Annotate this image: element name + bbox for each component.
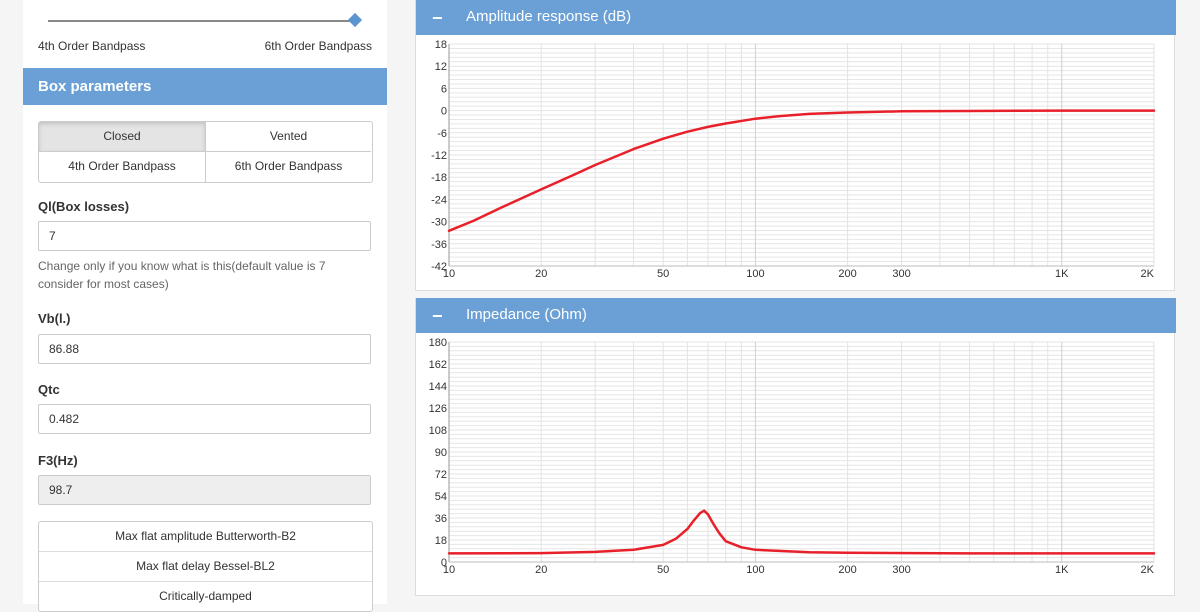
amplitude-y-tick-label: 6 bbox=[441, 83, 447, 95]
amplitude-x-tick-label: 100 bbox=[746, 268, 764, 280]
impedance-y-tick-label: 108 bbox=[429, 425, 447, 437]
order-slider-track[interactable] bbox=[48, 20, 356, 22]
impedance-collapse-icon[interactable]: − bbox=[432, 306, 443, 327]
amplitude-x-tick-label: 200 bbox=[838, 268, 856, 280]
slider-left-label: 4th Order Bandpass bbox=[38, 39, 146, 53]
order-slider-thumb[interactable] bbox=[347, 12, 363, 28]
box-type-selector: Closed Vented 4th Order Bandpass 6th Ord… bbox=[38, 121, 373, 183]
impedance-x-tick-label: 200 bbox=[838, 564, 856, 576]
amplitude-panel-title: Amplitude response (dB) bbox=[466, 8, 632, 25]
amplitude-panel-header[interactable]: − Amplitude response (dB) bbox=[416, 0, 1176, 35]
impedance-x-tick-label: 2K bbox=[1141, 564, 1155, 576]
impedance-y-tick-label: 54 bbox=[435, 491, 447, 503]
impedance-panel-header[interactable]: − Impedance (Ohm) bbox=[416, 298, 1176, 333]
ql-label: Ql(Box losses) bbox=[38, 199, 130, 214]
impedance-x-tick-label: 300 bbox=[892, 564, 910, 576]
f3-label: F3(Hz) bbox=[38, 453, 78, 468]
impedance-y-tick-label: 162 bbox=[429, 359, 447, 371]
amplitude-y-tick-label: 12 bbox=[435, 61, 447, 73]
amplitude-x-tick-label: 300 bbox=[892, 268, 910, 280]
impedance-y-tick-label: 90 bbox=[435, 447, 447, 459]
ql-input[interactable]: 7 bbox=[38, 221, 371, 251]
impedance-x-tick-label: 100 bbox=[746, 564, 764, 576]
impedance-y-tick-label: 18 bbox=[435, 535, 447, 547]
amplitude-y-tick-label: 0 bbox=[441, 106, 447, 118]
box-parameters-header: Box parameters bbox=[23, 68, 387, 105]
amplitude-x-tick-label: 10 bbox=[443, 268, 455, 280]
amplitude-chart: 181260-6-12-18-24-30-36-4210 20 50 100 200 30… bbox=[431, 39, 1156, 280]
amplitude-collapse-icon[interactable]: − bbox=[432, 8, 443, 29]
vented-button[interactable]: Vented bbox=[205, 122, 371, 152]
impedance-y-tick-label: 72 bbox=[435, 469, 447, 481]
impedance-chart: 1801621441261089072543618010 20 50 100 200 30… bbox=[429, 337, 1156, 576]
slider-right-label: 6th Order Bandpass bbox=[264, 39, 372, 53]
impedance-y-tick-label: 36 bbox=[435, 513, 447, 525]
alignment-critically-damped-button[interactable]: Critically-damped bbox=[39, 582, 372, 611]
qtc-label: Qtc bbox=[38, 382, 60, 397]
closed-button[interactable]: Closed bbox=[39, 122, 205, 152]
amplitude-x-tick-label: 1K bbox=[1055, 268, 1069, 280]
impedance-x-tick-label: 10 bbox=[443, 564, 455, 576]
amplitude-panel: − Amplitude response (dB) 18 12 6 0 -6 -12 -18… bbox=[415, 0, 1176, 291]
amplitude-y-tick-label: -30 bbox=[431, 217, 447, 229]
settings-panel: 4th Order Bandpass 6th Order Bandpass Bo… bbox=[23, 0, 387, 612]
6th-order-bandpass-button[interactable]: 6th Order Bandpass bbox=[205, 152, 371, 182]
alignment-butterworth-button[interactable]: Max flat amplitude Butterworth-B2 bbox=[39, 522, 372, 552]
amplitude-x-tick-label: 2K bbox=[1141, 268, 1155, 280]
impedance-x-tick-label: 1K bbox=[1055, 564, 1069, 576]
amplitude-x-tick-label: 50 bbox=[657, 268, 669, 280]
amplitude-x-tick-label: 20 bbox=[535, 268, 547, 280]
impedance-series-line bbox=[447, 509, 1156, 555]
impedance-panel: − Impedance (Ohm) 180 162 144 126 108 90 72 54 3… bbox=[415, 298, 1176, 596]
ql-help-text: Change only if you know what is this(def… bbox=[38, 259, 326, 291]
impedance-y-tick-label: 126 bbox=[429, 403, 447, 415]
box-parameters-title: Box parameters bbox=[38, 78, 152, 95]
impedance-y-tick-label: 180 bbox=[429, 337, 447, 349]
amplitude-y-tick-label: -6 bbox=[437, 128, 447, 140]
impedance-panel-title: Impedance (Ohm) bbox=[466, 306, 587, 323]
qtc-input[interactable]: 0.482 bbox=[38, 404, 371, 434]
amplitude-y-tick-label: -12 bbox=[431, 150, 447, 162]
amplitude-y-tick-label: -36 bbox=[431, 239, 447, 251]
alignment-list: Max flat amplitude Butterworth-B2 Max fl… bbox=[38, 521, 373, 612]
4th-order-bandpass-button[interactable]: 4th Order Bandpass bbox=[39, 152, 205, 182]
f3-readonly-field: 98.7 bbox=[38, 475, 371, 505]
impedance-x-tick-label: 50 bbox=[657, 564, 669, 576]
amplitude-y-tick-label: -18 bbox=[431, 172, 447, 184]
impedance-y-tick-label: 144 bbox=[429, 381, 447, 393]
impedance-x-tick-label: 20 bbox=[535, 564, 547, 576]
vb-input[interactable]: 86.88 bbox=[38, 334, 371, 364]
amplitude-y-tick-label: -24 bbox=[431, 194, 447, 206]
vb-label: Vb(l.) bbox=[38, 311, 71, 326]
amplitude-y-tick-label: 18 bbox=[435, 39, 447, 51]
alignment-bessel-button[interactable]: Max flat delay Bessel-BL2 bbox=[39, 552, 372, 582]
